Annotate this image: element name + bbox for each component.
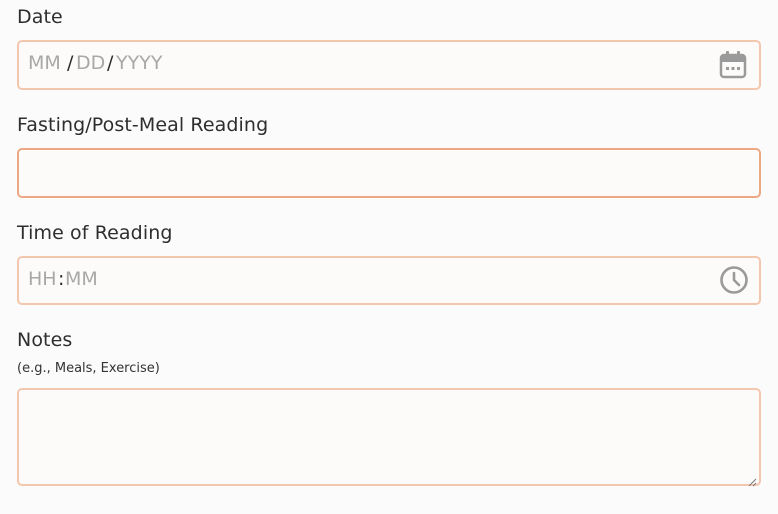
date-day-segment[interactable]: DD [76, 52, 105, 74]
notes-hint: (e.g., Meals, Exercise) [17, 361, 160, 376]
date-separator: / [67, 52, 74, 74]
calendar-icon[interactable] [719, 50, 747, 80]
time-label: Time of Reading [17, 222, 173, 244]
resize-grip-icon[interactable] [747, 472, 757, 487]
date-month-segment[interactable]: MM [28, 52, 61, 74]
time-minute-segment[interactable]: MM [65, 268, 98, 290]
reading-input[interactable] [17, 148, 761, 198]
time-hour-segment[interactable]: HH [28, 268, 57, 290]
time-input[interactable]: HH : MM [17, 256, 761, 305]
notes-label: Notes [17, 329, 73, 351]
date-separator: / [107, 52, 114, 74]
notes-textarea[interactable] [17, 388, 761, 487]
glucose-reading-form: Date MM / DD / YYYY Fasting/Post-Meal Re… [0, 0, 778, 514]
date-label: Date [17, 6, 63, 28]
date-year-segment[interactable]: YYYY [116, 52, 162, 74]
time-separator: : [58, 268, 65, 290]
date-input[interactable]: MM / DD / YYYY [17, 40, 761, 90]
reading-label: Fasting/Post-Meal Reading [17, 114, 269, 136]
clock-icon[interactable] [719, 265, 748, 295]
